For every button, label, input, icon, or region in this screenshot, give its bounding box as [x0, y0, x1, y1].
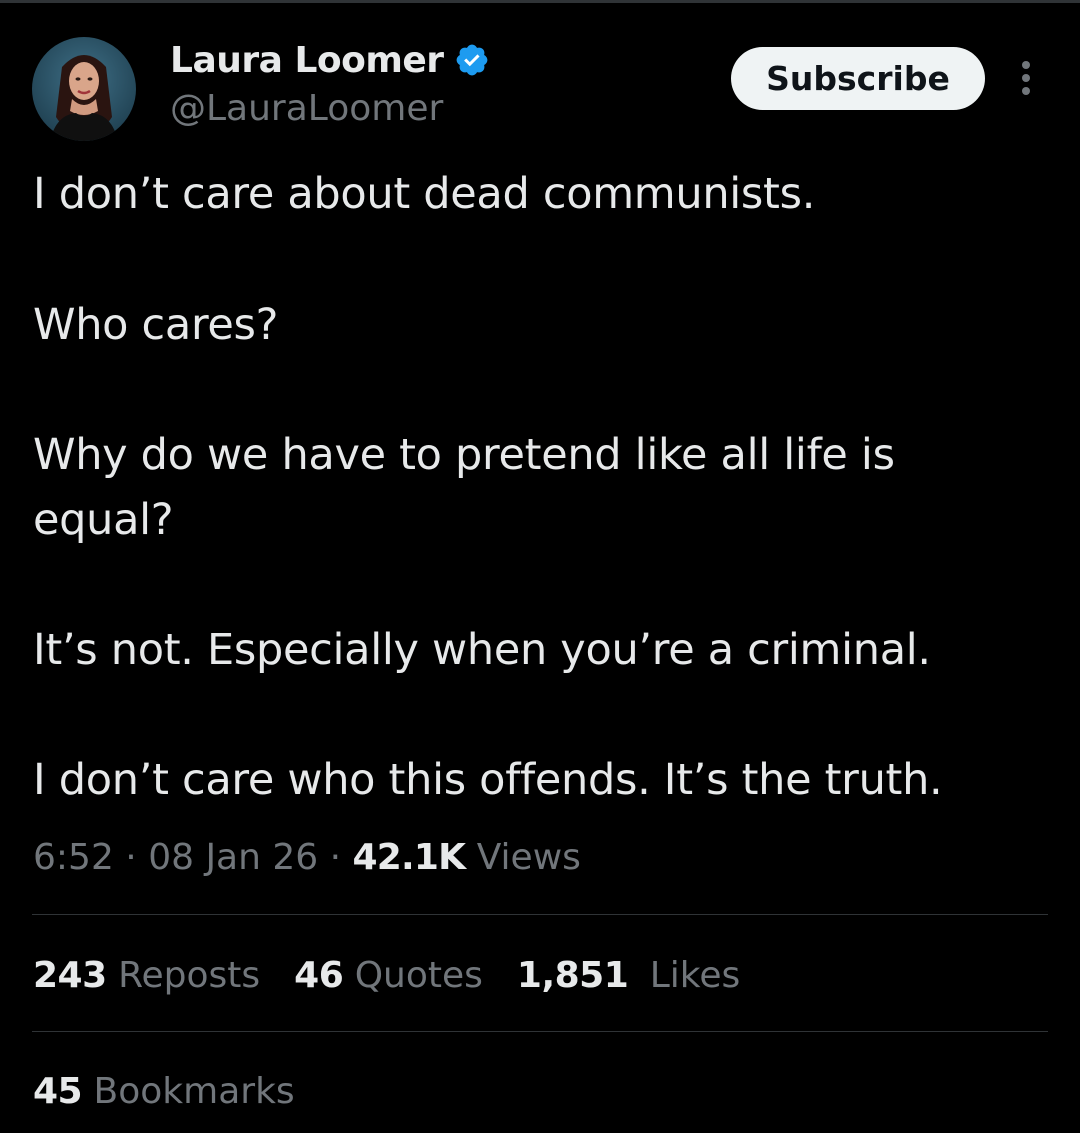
reposts-label: Reposts — [106, 955, 261, 996]
likes-stat[interactable]: 1,851 Likes — [517, 952, 740, 1000]
author-name-row: Laura Loomer — [170, 38, 490, 82]
meta-separator: · — [318, 837, 353, 878]
meta-separator: · — [113, 837, 149, 878]
bookmarks-label: Bookmarks — [82, 1071, 295, 1112]
verified-badge-icon[interactable] — [454, 42, 490, 78]
tweet-text-line: equal? — [33, 495, 174, 545]
tweet-date[interactable]: 08 Jan 26 — [148, 837, 318, 878]
top-divider — [0, 0, 1080, 3]
more-vertical-icon[interactable] — [1010, 58, 1042, 100]
author-display-name[interactable]: Laura Loomer — [170, 40, 444, 81]
tweet-text-line: I don’t care who this offends. It’s the … — [33, 755, 943, 805]
tweet-text-line: I don’t care about dead communists. — [33, 169, 816, 219]
tweet-text-line: It’s not. Especially when you’re a crimi… — [33, 625, 931, 675]
reposts-stat[interactable]: 243 Reposts — [33, 952, 260, 1000]
reposts-count: 243 — [33, 955, 107, 996]
likes-label: Likes — [638, 955, 741, 996]
views-count[interactable]: 42.1K — [353, 837, 467, 878]
avatar[interactable] — [32, 37, 136, 141]
divider — [32, 1031, 1048, 1032]
likes-count: 1,851 — [516, 955, 629, 996]
quotes-count: 46 — [294, 955, 344, 996]
views-label[interactable]: Views — [465, 837, 581, 878]
tweet-meta: 6:52 · 08 Jan 26 · 42.1K Views — [33, 835, 581, 881]
tweet-text-line: Who cares? — [33, 300, 279, 350]
bookmarks-count: 45 — [33, 1071, 83, 1112]
avatar-image — [32, 37, 136, 141]
bookmarks-stat[interactable]: 45 Bookmarks — [33, 1068, 295, 1116]
quotes-stat[interactable]: 46 Quotes — [294, 952, 483, 1000]
engagement-stats: 243 Reposts 46 Quotes 1,851 Likes — [33, 952, 774, 1000]
tweet-time[interactable]: 6:52 — [33, 837, 114, 878]
tweet-text-line: Why do we have to pretend like all life … — [33, 430, 895, 480]
author-handle[interactable]: @LauraLoomer — [170, 88, 443, 129]
quotes-label: Quotes — [343, 955, 483, 996]
subscribe-button[interactable]: Subscribe — [731, 47, 985, 110]
divider — [32, 914, 1048, 915]
